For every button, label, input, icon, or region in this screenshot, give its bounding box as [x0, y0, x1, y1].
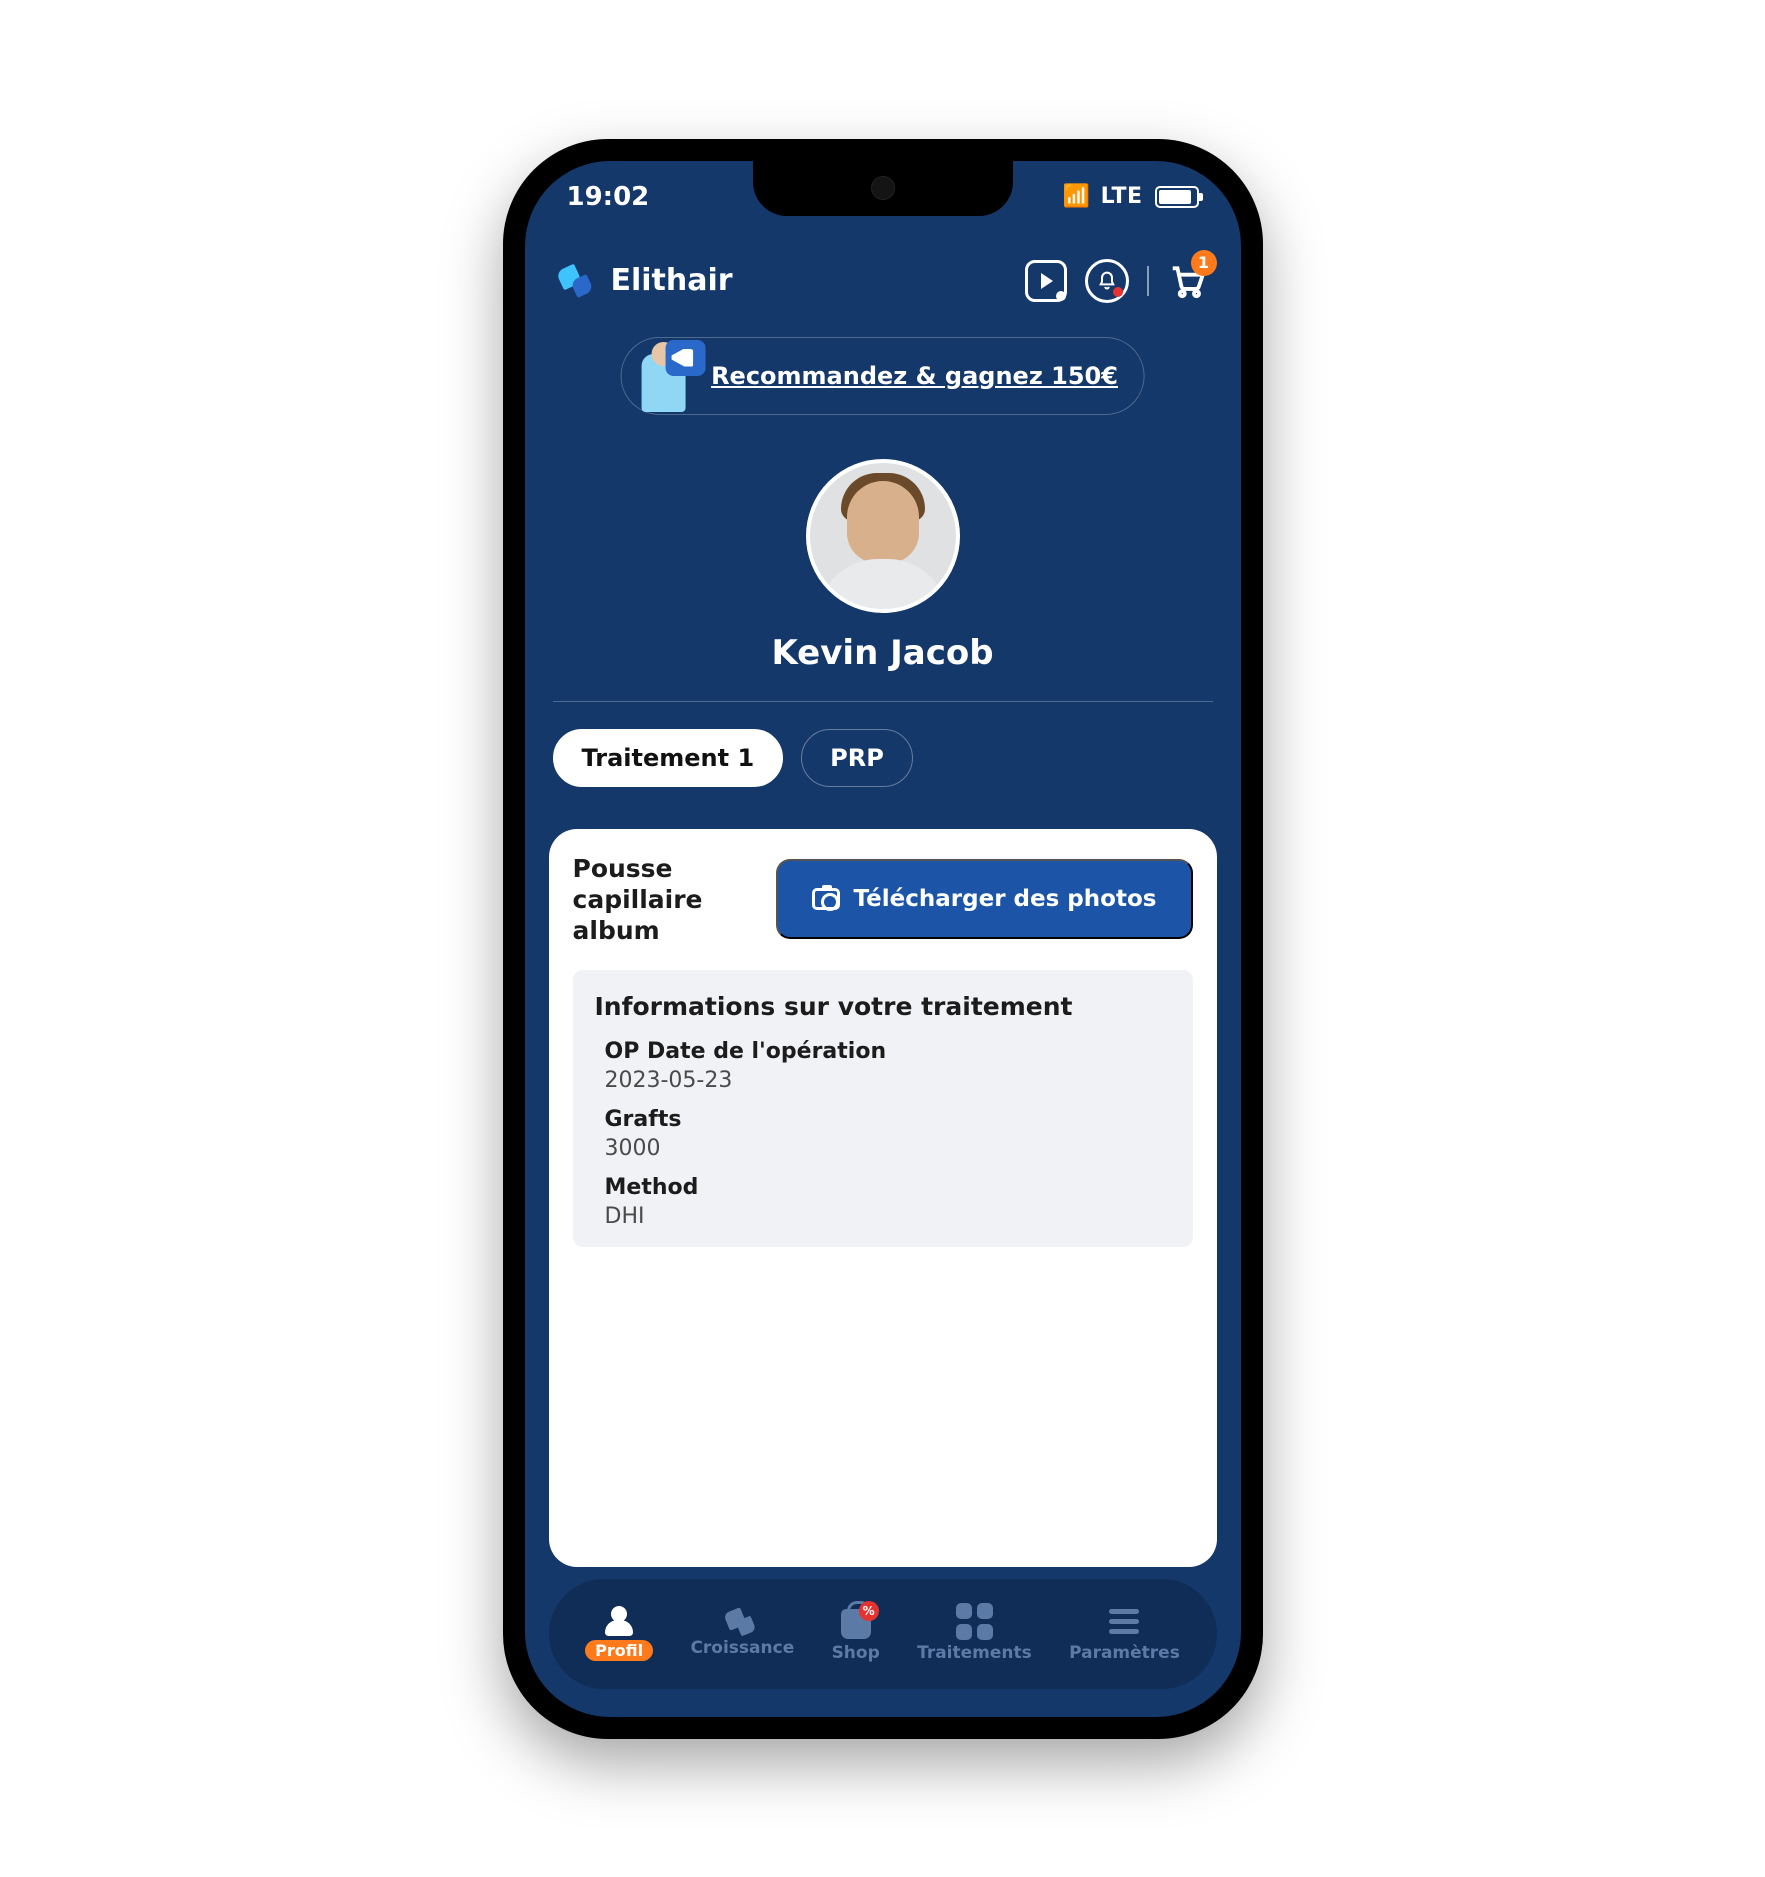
- nav-profile[interactable]: Profil: [585, 1606, 653, 1661]
- network-label: LTE: [1101, 184, 1143, 209]
- info-field-value: 2023-05-23: [605, 1068, 1171, 1093]
- album-title: Pousse capillaire album: [573, 853, 758, 947]
- upload-photos-button[interactable]: Télécharger des photos: [776, 859, 1193, 939]
- nav-growth[interactable]: Croissance: [690, 1610, 794, 1658]
- app-header: Elithair 1: [525, 249, 1241, 313]
- treatment-info-heading: Informations sur votre traitement: [595, 992, 1171, 1021]
- app-content: Elithair 1: [525, 161, 1241, 1717]
- growth-icon: [726, 1610, 758, 1634]
- info-field-value: DHI: [605, 1204, 1171, 1229]
- divider-line: [553, 701, 1213, 702]
- status-indicators: 📶 LTE: [1063, 184, 1199, 209]
- nav-treatments-label: Traitements: [917, 1643, 1032, 1663]
- brand-name: Elithair: [611, 263, 733, 298]
- bottom-nav: Profil Croissance % Shop: [549, 1579, 1217, 1689]
- notification-dot-icon: [1113, 287, 1123, 297]
- info-field-label: Grafts: [605, 1107, 1171, 1132]
- info-field-value: 3000: [605, 1136, 1171, 1161]
- nav-treatments[interactable]: Traitements: [917, 1605, 1032, 1663]
- avatar-face-icon: [847, 481, 919, 563]
- treatment-info-list: OP Date de l'opération 2023-05-23 Grafts…: [595, 1039, 1171, 1229]
- brand-logo-icon: [559, 267, 599, 295]
- nav-shop-label: Shop: [832, 1643, 880, 1663]
- menu-icon: [1105, 1605, 1143, 1639]
- info-field-label: OP Date de l'opération: [605, 1039, 1171, 1064]
- nav-growth-label: Croissance: [690, 1638, 794, 1658]
- discount-badge-icon: %: [859, 1601, 879, 1621]
- upload-photos-label: Télécharger des photos: [854, 886, 1157, 912]
- grid-icon: [955, 1605, 993, 1639]
- signal-icon: 📶: [1063, 184, 1091, 209]
- tab-prp[interactable]: PRP: [801, 729, 913, 787]
- referral-text: Recommandez & gagnez 150€: [711, 362, 1118, 390]
- tab-treatment-1[interactable]: Traitement 1: [553, 729, 784, 787]
- brand[interactable]: Elithair: [559, 263, 733, 298]
- status-time: 19:02: [567, 182, 650, 212]
- cart-button[interactable]: 1: [1167, 262, 1207, 300]
- camera-icon: [812, 888, 840, 910]
- user-icon: [605, 1606, 633, 1636]
- treatment-info-card: Informations sur votre traitement OP Dat…: [573, 970, 1193, 1247]
- referral-illustration-icon: [631, 340, 701, 412]
- nav-settings[interactable]: Paramètres: [1069, 1605, 1180, 1663]
- info-field-label: Method: [605, 1175, 1171, 1200]
- play-icon: [1041, 273, 1053, 289]
- stage: 19:02 📶 LTE Elithair: [0, 0, 1765, 1877]
- header-actions: 1: [1025, 259, 1207, 303]
- divider: [1147, 266, 1149, 296]
- main-card: Pousse capillaire album Télécharger des …: [549, 829, 1217, 1567]
- nav-shop[interactable]: % Shop: [832, 1605, 880, 1663]
- phone-frame: 19:02 📶 LTE Elithair: [503, 139, 1263, 1739]
- alert-dot-icon: [1056, 291, 1066, 301]
- shopping-bag-icon: %: [839, 1605, 873, 1639]
- notch: [753, 161, 1013, 216]
- battery-icon: [1155, 186, 1199, 208]
- user-avatar[interactable]: [806, 459, 960, 613]
- notifications-button[interactable]: [1085, 259, 1129, 303]
- treatment-tabs: Traitement 1 PRP: [553, 729, 913, 787]
- album-row: Pousse capillaire album Télécharger des …: [573, 853, 1193, 947]
- referral-banner[interactable]: Recommandez & gagnez 150€: [620, 337, 1145, 415]
- nav-profile-label: Profil: [585, 1640, 653, 1661]
- video-button[interactable]: [1025, 260, 1067, 302]
- phone-screen: 19:02 📶 LTE Elithair: [525, 161, 1241, 1717]
- avatar-body-icon: [818, 559, 948, 613]
- cart-badge: 1: [1191, 250, 1217, 276]
- nav-settings-label: Paramètres: [1069, 1643, 1180, 1663]
- user-name: Kevin Jacob: [525, 633, 1241, 673]
